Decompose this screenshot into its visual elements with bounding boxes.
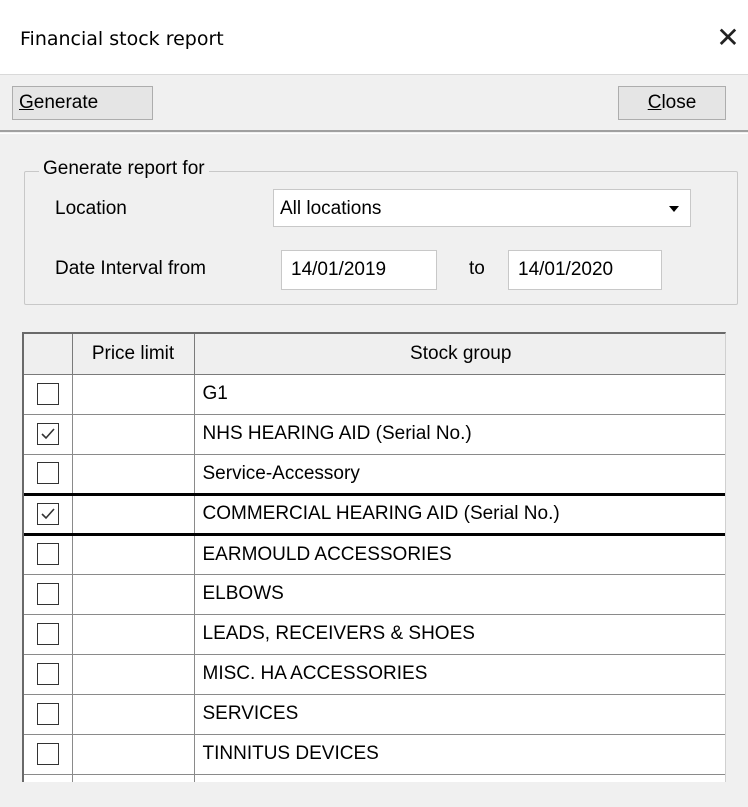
empty-cell <box>72 774 195 782</box>
row-checkbox[interactable] <box>36 502 59 525</box>
table-row[interactable]: SERVICES <box>24 694 725 735</box>
row-checkbox-cell <box>24 734 73 775</box>
table-row[interactable]: MISC. HA ACCESSORIES <box>24 654 725 695</box>
check-icon <box>41 428 55 440</box>
stock-group-cell[interactable]: TINNITUS DEVICES <box>194 734 725 775</box>
stock-group-cell[interactable]: LEADS, RECEIVERS & SHOES <box>194 614 725 655</box>
table-row[interactable]: COMMERCIAL HEARING AID (Serial No.) <box>24 492 725 536</box>
location-label: Location <box>55 198 127 219</box>
row-checkbox[interactable] <box>36 382 59 405</box>
row-checkbox-cell <box>24 574 73 615</box>
row-checkbox-cell <box>24 614 73 655</box>
toolbar: Generate Close <box>0 74 748 130</box>
table-row[interactable]: LEADS, RECEIVERS & SHOES <box>24 614 725 655</box>
title-bar: Financial stock report ✕ <box>0 0 748 74</box>
group-legend: Generate report for <box>39 158 209 180</box>
row-checkbox[interactable] <box>36 462 59 485</box>
price-limit-cell[interactable] <box>72 534 195 575</box>
dialog-body: Generate Close Generate report for Locat… <box>0 74 748 807</box>
price-limit-cell[interactable] <box>72 454 195 495</box>
row-checkbox-cell <box>24 454 73 495</box>
grid-header-row: Price limit Stock group <box>24 334 725 375</box>
stock-group-cell[interactable]: COMMERCIAL HEARING AID (Serial No.) <box>194 492 725 536</box>
column-header-price-limit[interactable]: Price limit <box>72 334 195 375</box>
price-limit-cell[interactable] <box>72 694 195 735</box>
generate-mnemonic: G <box>19 92 34 113</box>
to-label: to <box>469 258 485 279</box>
row-checkbox[interactable] <box>36 422 59 445</box>
row-checkbox[interactable] <box>36 702 59 725</box>
generate-button[interactable]: Generate <box>12 86 153 120</box>
row-checkbox-cell <box>24 374 73 415</box>
stock-group-cell[interactable]: NHS HEARING AID (Serial No.) <box>194 414 725 455</box>
row-checkbox-cell <box>24 654 73 695</box>
row-checkbox-cell <box>24 694 73 735</box>
window-title: Financial stock report <box>20 28 224 50</box>
stock-group-cell[interactable]: ELBOWS <box>194 574 725 615</box>
date-interval-label: Date Interval from <box>55 258 206 279</box>
close-mnemonic: C <box>647 92 662 113</box>
check-icon <box>41 508 55 520</box>
table-row[interactable]: ELBOWS <box>24 574 725 615</box>
empty-cell <box>194 774 725 782</box>
row-checkbox[interactable] <box>36 622 59 645</box>
stock-group-cell[interactable]: MISC. HA ACCESSORIES <box>194 654 725 695</box>
price-limit-cell[interactable] <box>72 414 195 455</box>
location-dropdown[interactable]: All locations <box>273 189 691 227</box>
row-checkbox-cell <box>24 534 73 575</box>
price-limit-cell[interactable] <box>72 654 195 695</box>
row-checkbox[interactable] <box>36 582 59 605</box>
price-limit-cell[interactable] <box>72 574 195 615</box>
column-header-stock-group[interactable]: Stock group <box>194 334 725 375</box>
stock-group-cell[interactable]: SERVICES <box>194 694 725 735</box>
stock-group-cell[interactable]: Service-Accessory <box>194 454 725 495</box>
close-label: lose <box>661 92 697 113</box>
stock-group-grid[interactable]: Price limit Stock group G1 NHS HEARING AI… <box>22 332 726 782</box>
price-limit-cell[interactable] <box>72 374 195 415</box>
stock-group-cell[interactable]: EARMOULD ACCESSORIES <box>194 534 725 575</box>
price-limit-cell[interactable] <box>72 492 195 536</box>
stock-group-cell[interactable]: G1 <box>194 374 725 415</box>
price-limit-cell[interactable] <box>72 734 195 775</box>
close-button[interactable]: Close <box>618 86 726 120</box>
empty-cell <box>24 774 73 782</box>
table-row[interactable]: Service-Accessory <box>24 454 725 495</box>
report-options-group: Generate report for Location All locatio… <box>24 158 738 305</box>
toolbar-separator <box>0 130 748 134</box>
generate-label: enerate <box>33 92 99 113</box>
table-row[interactable]: G1 <box>24 374 725 415</box>
close-icon[interactable]: ✕ <box>710 20 746 56</box>
row-checkbox[interactable] <box>36 662 59 685</box>
table-row[interactable]: TINNITUS DEVICES <box>24 734 725 775</box>
date-from-field[interactable]: 14/01/2019 <box>281 250 437 290</box>
row-checkbox[interactable] <box>36 742 59 765</box>
table-row-empty <box>24 774 725 782</box>
price-limit-cell[interactable] <box>72 614 195 655</box>
location-value: All locations <box>280 198 382 219</box>
date-to-field[interactable]: 14/01/2020 <box>508 250 662 290</box>
table-row[interactable]: NHS HEARING AID (Serial No.) <box>24 414 725 455</box>
row-checkbox[interactable] <box>36 543 59 566</box>
table-row[interactable]: EARMOULD ACCESSORIES <box>24 534 725 575</box>
row-checkbox-cell <box>24 492 73 536</box>
chevron-down-icon[interactable] <box>658 190 690 226</box>
row-checkbox-cell <box>24 414 73 455</box>
column-header-select[interactable] <box>24 334 73 375</box>
